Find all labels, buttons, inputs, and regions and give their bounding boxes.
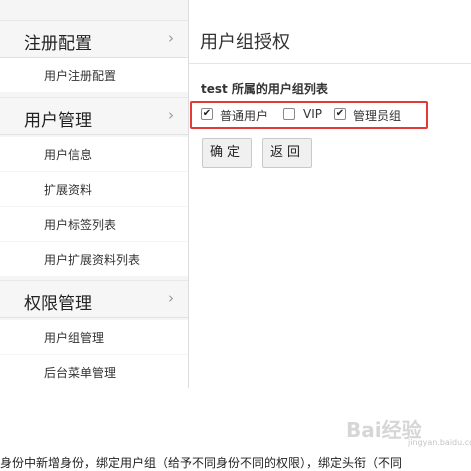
title-divider: [189, 63, 471, 64]
checkbox-regular-user[interactable]: ✔: [201, 108, 213, 120]
chevron-right-icon: ›: [168, 106, 174, 124]
sidebar: 注册配置 › 用户注册配置 用户管理 › 用户信息 扩展资料 用户标签列表 用户…: [0, 0, 189, 389]
checkbox-label-regular-user: 普通用户: [220, 109, 269, 123]
sidebar-item-label: 用户扩展资料列表: [44, 253, 141, 267]
back-button[interactable]: 返回: [262, 138, 312, 168]
sidebar-item-user-group-management[interactable]: 用户组管理: [0, 320, 188, 354]
sidebar-item-label: 扩展资料: [44, 183, 93, 197]
checkbox-admin-group[interactable]: ✔: [334, 108, 346, 120]
sidebar-section-permission-management[interactable]: 权限管理 ›: [0, 280, 188, 318]
chevron-right-icon: ›: [168, 289, 174, 307]
watermark-url: jingyan.baidu.com: [408, 438, 471, 447]
sidebar-section-registration[interactable]: 注册配置 ›: [0, 20, 188, 58]
sidebar-item-user-registration-config[interactable]: 用户注册配置: [0, 58, 188, 92]
sidebar-section-label: 用户管理: [24, 111, 92, 131]
chevron-right-icon: ›: [168, 29, 174, 47]
sidebar-item-label: 后台菜单管理: [44, 366, 117, 380]
page-title: 用户组授权: [200, 32, 290, 53]
sidebar-item-user-info[interactable]: 用户信息: [0, 137, 188, 171]
checkbox-label-admin-group: 管理员组: [353, 109, 402, 123]
sidebar-section-label: 注册配置: [24, 34, 92, 54]
sidebar-item-user-tag-list[interactable]: 用户标签列表: [0, 207, 188, 241]
sidebar-item-label: 用户信息: [44, 148, 93, 162]
confirm-button[interactable]: 确定: [202, 138, 252, 168]
sidebar-item-user-extended-profile-list[interactable]: 用户扩展资料列表: [0, 242, 188, 276]
sidebar-item-label: 用户注册配置: [44, 69, 117, 83]
group-list-heading: test 所属的用户组列表: [201, 82, 328, 96]
sidebar-item-admin-menu-management[interactable]: 后台菜单管理: [0, 355, 188, 389]
sidebar-item-extended-profile[interactable]: 扩展资料: [0, 172, 188, 206]
checkbox-label-vip: VIP: [303, 107, 322, 121]
checkbox-vip[interactable]: [283, 108, 295, 120]
sidebar-item-label: 用户组管理: [44, 331, 105, 345]
sidebar-section-label: 权限管理: [24, 294, 92, 314]
sidebar-section-user-management[interactable]: 用户管理 ›: [0, 97, 188, 135]
article-caption: 身份中新增身份，绑定用户组（给予不同身份不同的权限），绑定头衔（不同: [0, 456, 403, 470]
sidebar-item-label: 用户标签列表: [44, 218, 117, 232]
